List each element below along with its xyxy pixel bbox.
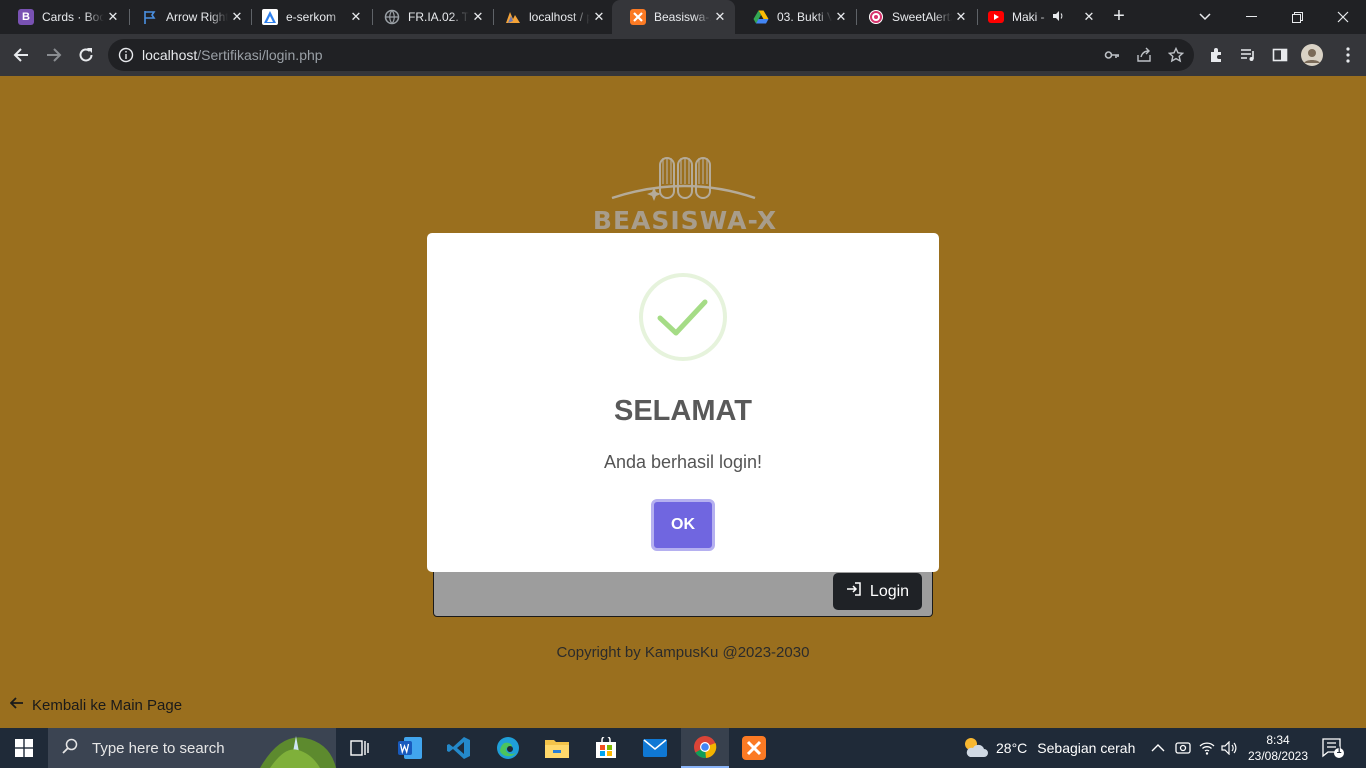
- system-clock[interactable]: 8:34 23/08/2023: [1244, 732, 1312, 764]
- key-icon[interactable]: [1104, 47, 1120, 68]
- tab-active[interactable]: Beasiswa-X ✕: [612, 0, 735, 34]
- new-tab-plus-icon[interactable]: +: [1108, 6, 1130, 28]
- tab[interactable]: localhost / phpMyAdmin ✕: [487, 0, 614, 34]
- volume-icon[interactable]: [1221, 728, 1237, 768]
- tab-title: SweetAlert2: [892, 10, 952, 24]
- file-explorer-icon[interactable]: [533, 728, 581, 768]
- wifi-icon[interactable]: [1199, 728, 1215, 768]
- weather-widget[interactable]: 28°C Sebagian cerah: [962, 728, 1135, 768]
- ok-button[interactable]: OK: [651, 499, 715, 551]
- search-highlight-image: [260, 728, 336, 768]
- browser-toolbar: localhost/Sertifikasi/login.php: [0, 34, 1366, 76]
- url-text: localhost/Sertifikasi/login.php: [142, 47, 323, 63]
- word-app-icon[interactable]: [386, 728, 434, 768]
- tab[interactable]: B Cards · Bootstrap ✕: [0, 0, 128, 34]
- tab[interactable]: e-serkom ✕: [244, 0, 371, 34]
- tab-title: e-serkom: [286, 10, 337, 24]
- close-tab-icon[interactable]: ✕: [832, 9, 850, 25]
- address-bar[interactable]: localhost/Sertifikasi/login.php: [108, 39, 1194, 71]
- notification-center-icon[interactable]: 1: [1322, 728, 1344, 768]
- globe-icon: [384, 9, 400, 25]
- xampp-app-icon[interactable]: [730, 728, 778, 768]
- profile-avatar[interactable]: [1300, 43, 1324, 67]
- media-queue-icon[interactable]: [1236, 43, 1260, 67]
- tab[interactable]: 03. Bukti Validasi ✕: [735, 0, 856, 34]
- forward-arrow-icon[interactable]: [42, 43, 66, 67]
- browser-tab-strip: B Cards · Bootstrap ✕ Arrow Right ✕ e-se…: [0, 0, 1366, 34]
- tab-title: FR.IA.02. TPD: [408, 10, 469, 24]
- close-tab-icon[interactable]: ✕: [469, 9, 487, 25]
- search-placeholder: Type here to search: [92, 739, 225, 757]
- chrome-app-icon[interactable]: [681, 728, 729, 768]
- xampp-icon: [630, 9, 646, 25]
- share-icon[interactable]: [1136, 47, 1152, 68]
- vscode-app-icon[interactable]: [435, 728, 483, 768]
- youtube-icon: [988, 9, 1004, 25]
- tab[interactable]: FR.IA.02. TPD ✕: [366, 0, 493, 34]
- meet-now-camera-icon[interactable]: [1175, 728, 1191, 768]
- close-tab-icon[interactable]: ✕: [952, 9, 970, 25]
- task-view-icon[interactable]: [336, 728, 384, 768]
- extensions-puzzle-icon[interactable]: [1204, 43, 1228, 67]
- tab-title: 03. Bukti Validasi: [777, 10, 832, 24]
- tab[interactable]: Arrow Right ✕: [124, 0, 252, 34]
- close-tab-icon[interactable]: ✕: [711, 9, 729, 25]
- tab-title: Beasiswa-X: [654, 10, 711, 24]
- phpmyadmin-icon: [505, 9, 521, 25]
- tab[interactable]: Maki - ✕: [970, 0, 1096, 34]
- side-panel-icon[interactable]: [1268, 43, 1292, 67]
- close-tab-icon[interactable]: ✕: [347, 9, 365, 25]
- dialog-message: Anda berhasil login!: [603, 452, 763, 472]
- partly-sunny-weather-icon: [962, 736, 988, 761]
- windows-start-icon[interactable]: [0, 728, 48, 768]
- restore-icon[interactable]: [1274, 0, 1320, 34]
- speaker-audio-icon[interactable]: [1052, 10, 1064, 25]
- microsoft-store-icon[interactable]: [582, 728, 630, 768]
- weather-temperature: 28°C: [996, 740, 1028, 756]
- edge-app-icon[interactable]: [484, 728, 532, 768]
- success-check-icon: [638, 272, 728, 362]
- flag-icon: [142, 9, 158, 25]
- tab[interactable]: SweetAlert2 ✕: [850, 0, 976, 34]
- site-info-icon[interactable]: [118, 47, 134, 68]
- close-window-icon[interactable]: [1320, 0, 1366, 34]
- page-content: BEASISWA-X Login Copyright by KampusKu @…: [0, 76, 1366, 728]
- tray-chevron-up-icon[interactable]: [1151, 728, 1165, 768]
- dialog-title: SELAMAT: [613, 395, 752, 427]
- bookmark-star-icon[interactable]: [1167, 46, 1185, 68]
- tab-title: localhost / phpMyAdmin: [529, 10, 590, 24]
- kebab-menu-icon[interactable]: [1336, 43, 1360, 67]
- windows-taskbar: Type here to search 28°C Sebagian cerah: [0, 728, 1366, 768]
- clock-date: 23/08/2023: [1247, 749, 1309, 763]
- reload-icon[interactable]: [74, 43, 98, 67]
- tab-title: Arrow Right: [166, 10, 228, 24]
- sweetalert-icon: [868, 9, 884, 25]
- tab-title: Maki -: [1012, 10, 1045, 24]
- search-icon: [62, 738, 78, 758]
- close-tab-icon[interactable]: ✕: [104, 9, 122, 25]
- back-arrow-icon[interactable]: [9, 43, 33, 67]
- tab-title: Cards · Bootstrap: [42, 10, 104, 24]
- weather-description: Sebagian cerah: [1037, 740, 1136, 756]
- notification-count-badge: 1: [1336, 745, 1342, 755]
- google-drive-icon: [753, 9, 769, 25]
- bootstrap-icon: B: [18, 9, 34, 25]
- triangle-logo-icon: [262, 9, 278, 25]
- close-tab-icon[interactable]: ✕: [590, 9, 608, 25]
- mail-app-icon[interactable]: [631, 728, 679, 768]
- clock-time: 8:34: [1266, 733, 1290, 747]
- minimize-icon[interactable]: [1228, 0, 1274, 34]
- taskbar-search-box[interactable]: Type here to search: [48, 728, 336, 768]
- success-dialog: SELAMAT Anda berhasil login! OK: [427, 233, 939, 572]
- tab-search-chevron-icon[interactable]: [1182, 0, 1228, 34]
- close-tab-icon[interactable]: ✕: [1080, 9, 1098, 25]
